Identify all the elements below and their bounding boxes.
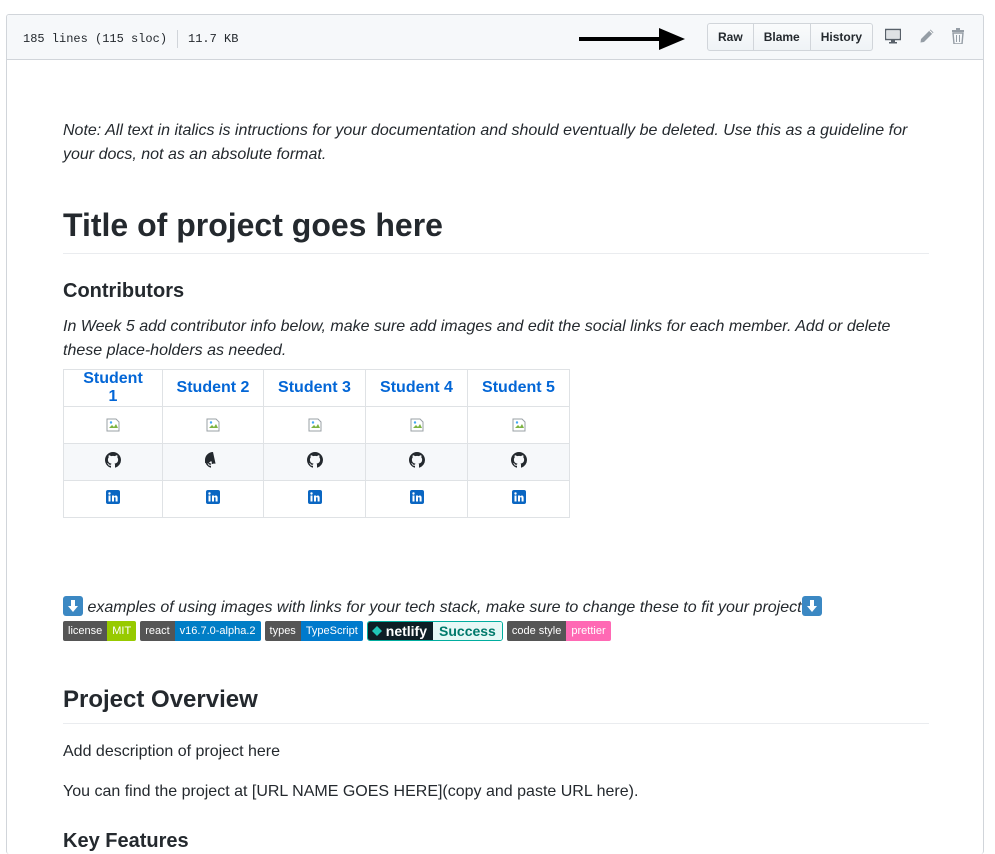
raw-button[interactable]: Raw [708, 24, 754, 50]
linkedin-icon[interactable] [511, 489, 526, 504]
student-1-link[interactable]: Student 1 [63, 369, 163, 407]
broken-image-icon [308, 418, 322, 432]
github-icon[interactable] [105, 451, 121, 468]
linkedin-icon[interactable] [206, 489, 220, 504]
broken-image-icon [410, 418, 424, 432]
broken-image-icon [512, 418, 526, 432]
github-cell [162, 443, 264, 481]
netlify-label: netlify [367, 622, 434, 640]
file-header: 185 lines (115 sloc) 11.7 KB Raw Blame H… [7, 15, 983, 60]
table-row [63, 480, 570, 518]
student-2-link[interactable]: Student 2 [162, 369, 264, 407]
photo-cell [263, 406, 366, 444]
divider [177, 30, 179, 48]
typescript-badge[interactable]: types TypeScript [264, 621, 363, 641]
contributors-note: In Week 5 add contributor info below, ma… [63, 318, 891, 359]
badge-label: types [264, 621, 301, 641]
tech-badges: license MIT react v16.7.0-alpha.2 types … [63, 621, 611, 641]
history-button[interactable]: History [811, 24, 872, 50]
italic-note: Note: All text in italics is intructions… [63, 122, 908, 163]
key-features-heading: Key Features [63, 830, 189, 852]
photo-cell [467, 406, 570, 444]
badge-value: v16.7.0-alpha.2 [174, 621, 261, 641]
prettier-badge[interactable]: code style prettier [506, 621, 611, 641]
linkedin-cell [63, 480, 163, 518]
tech-stack-text: examples of using images with links for … [87, 599, 802, 616]
github-cell [63, 443, 163, 481]
blame-button[interactable]: Blame [754, 24, 811, 50]
down-arrow-emoji-icon [801, 596, 822, 616]
file-size: 11.7 KB [188, 32, 239, 46]
table-row [63, 406, 570, 444]
arrow-right-icon [579, 28, 685, 50]
license-badge[interactable]: license MIT [63, 621, 137, 641]
badge-value: prettier [566, 621, 611, 641]
photo-cell [365, 406, 468, 444]
down-arrow-emoji-icon [63, 596, 83, 616]
linkedin-cell [467, 480, 570, 518]
linkedin-icon[interactable] [409, 489, 424, 504]
title-divider [63, 253, 929, 254]
badge-value: MIT [107, 621, 137, 641]
broken-image-icon [106, 418, 120, 432]
line-count: 185 lines (115 sloc) [23, 32, 168, 46]
github-icon[interactable] [510, 451, 527, 468]
pencil-icon[interactable] [919, 28, 935, 44]
tech-stack-note: examples of using images with links for … [63, 596, 929, 620]
linkedin-cell [365, 480, 468, 518]
github-cell [467, 443, 570, 481]
github-icon[interactable] [408, 451, 425, 468]
overview-heading: Project Overview [63, 686, 258, 713]
contributors-table: Student 1 Student 2 Student 3 Student 4 … [63, 369, 570, 518]
trash-icon[interactable] [951, 28, 965, 44]
student-3-link[interactable]: Student 3 [263, 369, 366, 407]
linkedin-icon[interactable] [307, 489, 322, 504]
student-5-link[interactable]: Student 5 [467, 369, 570, 407]
linkedin-cell [162, 480, 264, 518]
linkedin-cell [263, 480, 366, 518]
badge-label: code style [506, 621, 567, 641]
contributors-heading: Contributors [63, 280, 185, 302]
desktop-icon[interactable] [885, 28, 901, 44]
file-box: 185 lines (115 sloc) 11.7 KB Raw Blame H… [6, 14, 984, 854]
url-text: You can find the project at [URL NAME GO… [63, 783, 639, 800]
github-cell [263, 443, 366, 481]
table-row [63, 443, 570, 481]
netlify-diamond-icon [371, 626, 382, 636]
github-icon[interactable] [306, 451, 323, 468]
linkedin-icon[interactable] [106, 489, 120, 504]
react-badge[interactable]: react v16.7.0-alpha.2 [140, 621, 261, 641]
student-4-link[interactable]: Student 4 [365, 369, 468, 407]
table-header-row: Student 1 Student 2 Student 3 Student 4 … [63, 369, 570, 407]
file-actions: Raw Blame History [707, 23, 874, 51]
photo-cell [162, 406, 264, 444]
netlify-text: netlify [385, 623, 428, 639]
netlify-status: Success [433, 622, 502, 640]
badge-value: TypeScript [300, 621, 363, 641]
broken-image-icon [206, 418, 220, 432]
overview-text: Add description of project here [63, 743, 281, 760]
photo-cell [63, 406, 163, 444]
project-title: Title of project goes here [63, 207, 443, 243]
badge-label: react [140, 621, 175, 641]
github-cell [365, 443, 468, 481]
file-info: 185 lines (115 sloc) 11.7 KB [23, 30, 238, 48]
badge-label: license [63, 621, 108, 641]
netlify-badge[interactable]: netlify Success [366, 621, 503, 641]
overview-divider [63, 723, 929, 724]
github-icon[interactable] [203, 451, 221, 468]
readme-content: Note: All text in italics is intructions… [63, 71, 929, 852]
